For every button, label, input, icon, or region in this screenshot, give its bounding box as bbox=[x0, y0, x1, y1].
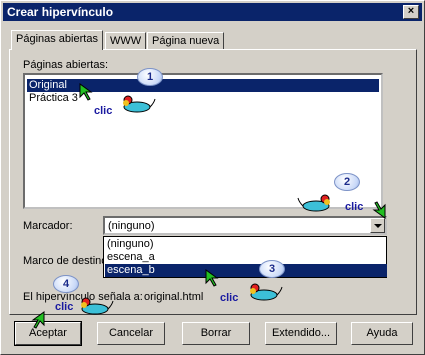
bookmark-dropdown-list[interactable]: (ninguno) escena_a escena_b bbox=[103, 236, 387, 278]
arrow-cursor-icon bbox=[372, 201, 386, 219]
bookmark-select[interactable]: (ninguno) bbox=[103, 216, 387, 235]
bookmark-label: Marcador: bbox=[23, 220, 73, 232]
arrow-cursor-icon bbox=[79, 83, 93, 101]
target-frame-label: Marco de destino: bbox=[23, 255, 111, 267]
clic-label-2: clic bbox=[345, 201, 364, 213]
delete-button[interactable]: Borrar bbox=[182, 322, 250, 345]
step-badge-4: 4 bbox=[53, 275, 79, 293]
open-pages-label: Páginas abiertas: bbox=[23, 59, 108, 71]
cancel-button[interactable]: Cancelar bbox=[97, 322, 165, 345]
title-bar: Crear hipervínculo × bbox=[3, 3, 422, 21]
extended-button[interactable]: Extendido... bbox=[265, 322, 337, 345]
tab-new-page[interactable]: Página nueva bbox=[147, 32, 225, 50]
clic-label-4: clic bbox=[55, 301, 74, 313]
help-button[interactable]: Ayuda bbox=[351, 322, 413, 345]
mouse-icon bbox=[297, 194, 330, 212]
dropdown-option-ninguno[interactable]: (ninguno) bbox=[105, 238, 387, 251]
tab-www[interactable]: WWW bbox=[105, 32, 147, 50]
list-item-practica-3[interactable]: Práctica 3 bbox=[27, 92, 78, 105]
bookmark-value: (ninguno) bbox=[108, 220, 155, 232]
accept-button[interactable]: Aceptar bbox=[14, 321, 82, 346]
mouse-icon bbox=[81, 297, 114, 315]
step-badge-1: 1 bbox=[137, 68, 163, 86]
mouse-icon bbox=[250, 283, 283, 301]
chevron-down-icon[interactable] bbox=[370, 218, 385, 233]
arrow-cursor-icon bbox=[31, 311, 45, 329]
clic-label-3: clic bbox=[220, 292, 239, 304]
dropdown-option-escena-b[interactable]: escena_b bbox=[105, 264, 387, 277]
step-badge-2: 2 bbox=[334, 173, 360, 191]
dialog-window: Crear hipervínculo × Páginas abiertas WW… bbox=[0, 0, 425, 355]
open-pages-list[interactable]: Original Práctica 3 bbox=[23, 73, 383, 209]
link-target-value: original.html bbox=[144, 291, 204, 303]
close-button[interactable]: × bbox=[403, 5, 419, 19]
step-badge-3: 3 bbox=[259, 260, 285, 278]
clic-label-1: clic bbox=[94, 105, 113, 117]
window-title: Crear hipervínculo bbox=[7, 5, 114, 19]
dropdown-option-escena-a[interactable]: escena_a bbox=[105, 251, 387, 264]
arrow-cursor-icon bbox=[205, 269, 219, 287]
tab-open-pages[interactable]: Páginas abiertas bbox=[11, 30, 103, 50]
mouse-icon bbox=[123, 95, 156, 113]
